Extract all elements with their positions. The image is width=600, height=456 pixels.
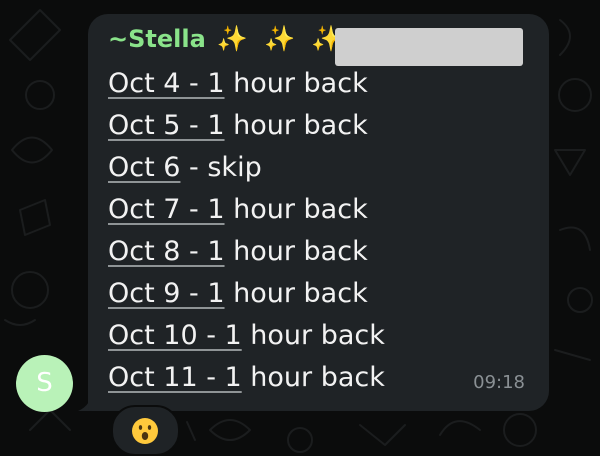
message-line: Oct 4 - 1 hour back	[108, 63, 385, 105]
message-line: Oct 11 - 1 hour back	[108, 357, 385, 399]
line-text: hour back	[224, 278, 368, 309]
line-text: hour back	[241, 320, 385, 351]
sender-avatar[interactable]: S	[16, 355, 73, 412]
line-text: - skip	[180, 152, 262, 183]
date-link[interactable]: Oct 8 - 1	[108, 236, 225, 267]
date-link[interactable]: Oct 5 - 1	[108, 110, 225, 141]
message-bubble[interactable]: ~Stella ✨ ✨ ✨ Oct 4 - 1 hour back Oct 5 …	[88, 14, 549, 411]
date-link[interactable]: Oct 11 - 1	[108, 362, 242, 393]
line-text: hour back	[224, 110, 368, 141]
message-line: Oct 9 - 1 hour back	[108, 273, 385, 315]
message-timestamp: 09:18	[473, 372, 525, 393]
date-link[interactable]: Oct 7 - 1	[108, 194, 225, 225]
line-text: hour back	[224, 194, 368, 225]
message-line: Oct 7 - 1 hour back	[108, 189, 385, 231]
date-link[interactable]: Oct 10 - 1	[108, 320, 242, 351]
sender-name[interactable]: ~Stella	[108, 25, 206, 53]
message-text: Oct 4 - 1 hour back Oct 5 - 1 hour back …	[108, 63, 385, 399]
face-with-open-mouth-icon	[132, 418, 158, 444]
redacted-phone-number	[335, 28, 523, 66]
message-line: Oct 5 - 1 hour back	[108, 105, 385, 147]
sender-sparkles-emoji: ✨ ✨ ✨	[216, 24, 347, 53]
avatar-initial: S	[36, 368, 53, 398]
reaction-pill[interactable]	[111, 405, 180, 456]
message-line: Oct 10 - 1 hour back	[108, 315, 385, 357]
line-text: hour back	[224, 236, 368, 267]
line-text: hour back	[241, 362, 385, 393]
message-line: Oct 6 - skip	[108, 147, 385, 189]
message-line: Oct 8 - 1 hour back	[108, 231, 385, 273]
line-text: hour back	[224, 68, 368, 99]
sender-header: ~Stella ✨ ✨ ✨	[108, 24, 346, 60]
date-link[interactable]: Oct 6	[108, 152, 180, 183]
date-link[interactable]: Oct 4 - 1	[108, 68, 225, 99]
date-link[interactable]: Oct 9 - 1	[108, 278, 225, 309]
